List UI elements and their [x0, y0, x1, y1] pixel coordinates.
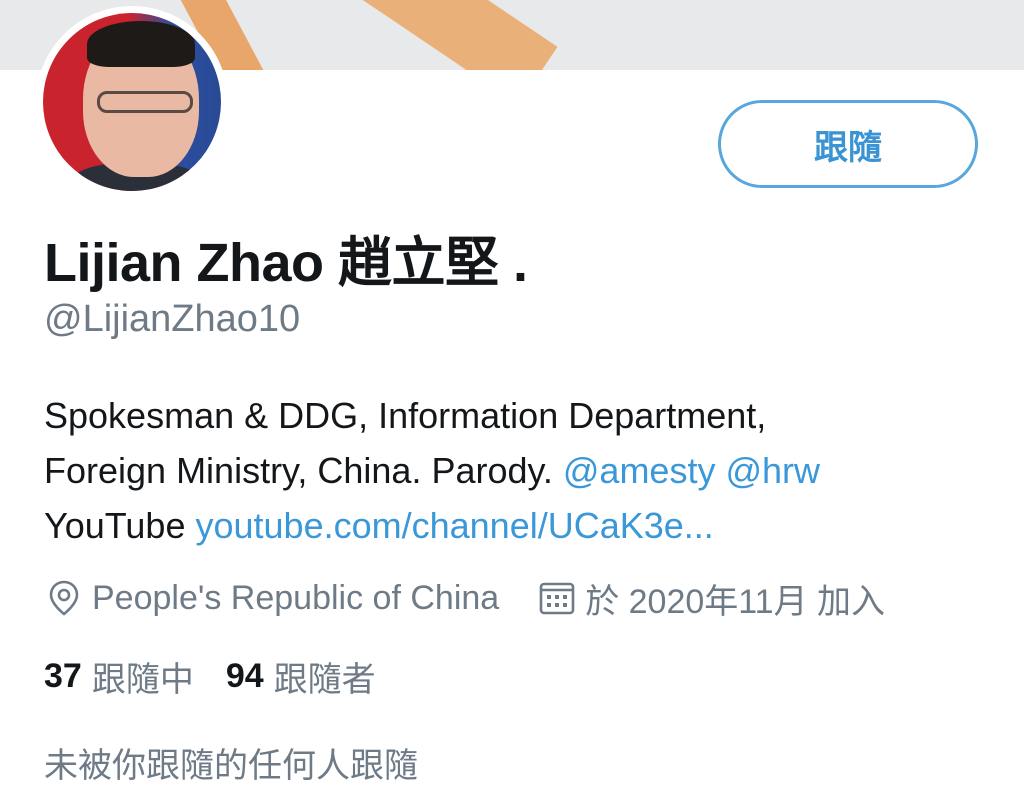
- bio-text: Foreign Ministry, China. Parody.: [44, 450, 553, 491]
- location-text: People's Republic of China: [92, 578, 500, 617]
- followers-label: 跟隨者: [273, 660, 376, 699]
- display-name: Lijian Zhao 趙立堅 .: [44, 233, 528, 293]
- followers-count: 94: [225, 656, 264, 695]
- bio-text: YouTube: [44, 505, 186, 546]
- following-stat[interactable]: 37 跟隨中: [44, 652, 194, 701]
- profile-bio: Spokesman & DDG, Information Department,…: [44, 388, 984, 553]
- banner-stripe: [352, 0, 558, 70]
- avatar-photo: [43, 13, 221, 191]
- follow-button[interactable]: 跟隨: [718, 100, 978, 188]
- mention-link-amesty[interactable]: @amesty: [563, 450, 716, 491]
- bio-line: YouTube youtube.com/channel/UCaK3e...: [44, 498, 984, 553]
- avatar[interactable]: [36, 6, 228, 198]
- mention-link-hrw[interactable]: @hrw: [725, 450, 820, 491]
- following-count: 37: [44, 656, 82, 695]
- followers-stat[interactable]: 94 跟隨者: [226, 652, 376, 701]
- follow-counts: 37 跟隨中 94 跟隨者: [44, 652, 376, 700]
- bio-line: Spokesman & DDG, Information Department,: [44, 395, 767, 436]
- profile-meta: People's Republic of China 於 2020年11月 加入: [44, 574, 885, 622]
- youtube-link[interactable]: youtube.com/channel/UCaK3e...: [195, 505, 713, 546]
- followed-by-text: 未被你跟隨的任何人跟隨: [44, 747, 418, 785]
- joined-date: 於 2020年11月 加入: [585, 582, 886, 621]
- user-handle: @LijianZhao10: [44, 298, 301, 340]
- calendar-icon: [537, 578, 577, 618]
- bio-line: Foreign Ministry, China. Parody. @amesty…: [44, 443, 984, 498]
- location-pin-icon: [44, 578, 84, 618]
- following-label: 跟隨中: [91, 660, 194, 699]
